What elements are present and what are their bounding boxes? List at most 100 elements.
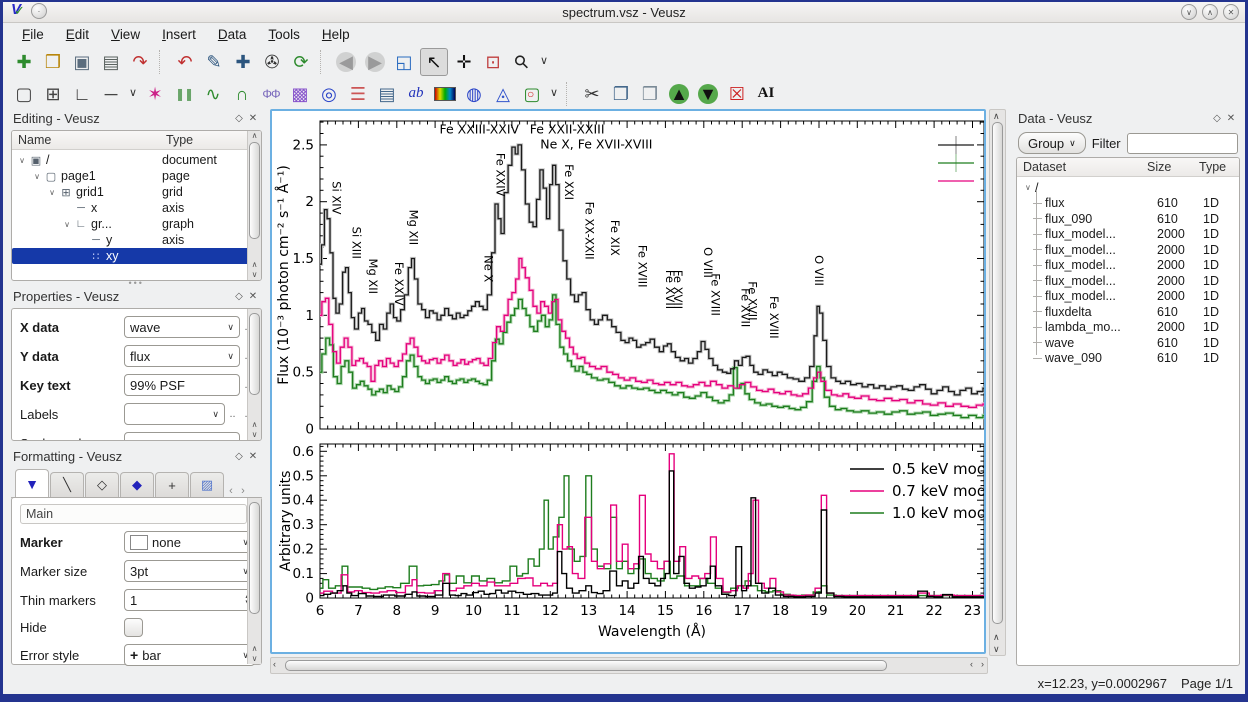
property-labels-combo[interactable]: ∨ [124, 403, 225, 425]
float-panel-icon[interactable]: ◇ [232, 451, 246, 462]
add-colorbar-button[interactable] [432, 81, 458, 107]
property-scale-markers-combo[interactable]: ∨ [124, 432, 240, 441]
tab-main[interactable]: ▼ [15, 469, 49, 497]
dataset-row-flux[interactable]: flux6101D [1017, 196, 1239, 212]
column-header-name[interactable]: Name [12, 133, 160, 147]
tab-plot-line[interactable]: ╲ [50, 472, 84, 497]
line-menu-arrow[interactable]: ∨ [127, 81, 139, 107]
add-list-button[interactable]: ▤ [374, 81, 400, 107]
column-header-size[interactable]: Size [1141, 160, 1193, 174]
menu-insert[interactable]: Insert [153, 25, 205, 44]
close-panel-icon[interactable]: ✕ [246, 451, 260, 462]
save-document-button[interactable]: ▣ [69, 49, 95, 75]
formatting-error-style-combo[interactable]: +bar∨ [124, 644, 255, 666]
add-shape-button[interactable]: ▢○ [519, 81, 545, 107]
dataset-row-lambda_mo[interactable]: lambda_mo...20001D [1017, 320, 1239, 336]
select-pointer-button[interactable]: ↖ [420, 48, 448, 76]
add-fit-button[interactable]: ∿ [200, 81, 226, 107]
plot-vertical-scrollbar[interactable]: ∧ ∧ ∨ [989, 109, 1006, 656]
tree-row-grid1[interactable]: ∨⊞grid1grid [12, 184, 261, 200]
tabs-next-arrow[interactable]: › [237, 485, 249, 497]
dataset-row-wave_090[interactable]: wave_0906101D [1017, 351, 1239, 367]
tree-row-y[interactable]: ─yaxis [12, 232, 261, 248]
tree-row-root[interactable]: ∨▣/document [12, 152, 261, 168]
menu-data[interactable]: Data [209, 25, 256, 44]
close-button[interactable]: ✕ [1223, 4, 1239, 20]
import-data-button[interactable]: ↶ [172, 49, 198, 75]
editing-scrollbar[interactable]: ∧ ∧∨ [247, 131, 261, 280]
capture-data-button[interactable]: ✇ [259, 49, 285, 75]
property-key-text-input[interactable]: 99% PSF [124, 374, 240, 396]
add-axis-button[interactable]: ∟ [69, 81, 95, 107]
close-panel-icon[interactable]: ✕ [246, 113, 260, 124]
add-label-button[interactable]: ab [403, 81, 429, 107]
dataset-row-flux_090[interactable]: flux_0906101D [1017, 211, 1239, 227]
menu-file[interactable]: File [13, 25, 53, 44]
add-bar-button[interactable]: ❚❚ [171, 81, 197, 107]
add-ternary-button[interactable]: ◬ [490, 81, 516, 107]
prev-page-button[interactable]: ◀ [333, 49, 359, 75]
float-panel-icon[interactable]: ◇ [1210, 113, 1224, 124]
dataset-row-flux_model[interactable]: flux_model...20001D [1017, 289, 1239, 305]
dataset-row-flux_model[interactable]: flux_model...20001D [1017, 273, 1239, 289]
paste-widget-button[interactable]: ❒ [637, 81, 663, 107]
menu-view[interactable]: View [102, 25, 149, 44]
reload-data-button[interactable]: ⟳ [288, 49, 314, 75]
group-button[interactable]: Group∨ [1018, 132, 1086, 154]
more-options-button[interactable]: .. [225, 408, 240, 420]
float-panel-icon[interactable]: ◇ [232, 291, 246, 302]
add-image-button[interactable]: ▩ [287, 81, 313, 107]
formatting-scrollbar[interactable]: ∧∨ [247, 498, 261, 664]
add-key-button[interactable]: ☰ [345, 81, 371, 107]
move-down-button[interactable]: ▼ [695, 81, 721, 107]
formatting-thin-markers-spinner[interactable]: 1▴▾ [124, 589, 255, 611]
menu-edit[interactable]: Edit [57, 25, 98, 44]
shape-menu-arrow[interactable]: ∨ [548, 81, 560, 107]
menu-help[interactable]: Help [313, 25, 359, 44]
add-page-button[interactable]: ▢ [11, 81, 37, 107]
add-line-button[interactable]: ─ [98, 81, 124, 107]
tree-row-page1[interactable]: ∨▢page1page [12, 168, 261, 184]
delete-widget-button[interactable]: ☒ [724, 81, 750, 107]
column-header-dataset[interactable]: Dataset [1017, 160, 1141, 174]
dataset-row-wave[interactable]: wave6101D [1017, 335, 1239, 351]
close-panel-icon[interactable]: ✕ [246, 291, 260, 302]
add-boxplot-button[interactable]: ΦΦ [258, 81, 284, 107]
tree-row-x[interactable]: ─xaxis [12, 200, 261, 216]
rename-widget-button[interactable]: AI [753, 81, 779, 107]
add-function-button[interactable]: ∩ [229, 81, 255, 107]
property-x-data-combo[interactable]: wave∨ [124, 316, 240, 338]
cut-widget-button[interactable]: ✂ [579, 81, 605, 107]
add-contour-button[interactable]: ◎ [316, 81, 342, 107]
new-document-button[interactable]: ✚ [11, 49, 37, 75]
tabs-prev-arrow[interactable]: ‹ [225, 485, 237, 497]
plot-horizontal-scrollbar[interactable]: ‹ ‹ › [270, 657, 988, 674]
move-up-button[interactable]: ▲ [666, 81, 692, 107]
dataset-row-flux_model[interactable]: flux_model...20001D [1017, 258, 1239, 274]
zoom-graph-button[interactable]: ⊡ [480, 49, 506, 75]
export-button[interactable]: ↷ [127, 49, 153, 75]
zoom-menu-arrow[interactable]: ∨ [538, 49, 550, 75]
pick-points-button[interactable]: ✛ [451, 49, 477, 75]
window-menu-button[interactable]: · [31, 3, 47, 19]
dataset-root-row[interactable]: ∨/ [1017, 180, 1239, 196]
plot-canvas[interactable]: 00.511.522.5Flux (10⁻³ photon cm⁻² s⁻¹ Å… [270, 109, 986, 654]
properties-scrollbar[interactable]: ∧∨ [247, 309, 261, 440]
column-header-type[interactable]: Type [1193, 160, 1239, 174]
formatting-marker-size-combo[interactable]: 3pt∨ [124, 560, 255, 582]
maximize-button[interactable]: ∧ [1202, 4, 1218, 20]
tab-fill-below[interactable]: ▨ [190, 472, 224, 497]
formatting-hide-checkbox[interactable] [124, 618, 143, 637]
menu-tools[interactable]: Tools [259, 25, 309, 44]
close-panel-icon[interactable]: ✕ [1224, 113, 1238, 124]
view-page-button[interactable]: ◱ [391, 49, 417, 75]
dataset-row-flux_model[interactable]: flux_model...20001D [1017, 242, 1239, 258]
float-panel-icon[interactable]: ◇ [232, 113, 246, 124]
property-y-data-combo[interactable]: flux∨ [124, 345, 240, 367]
dataset-row-fluxdelta[interactable]: fluxdelta6101D [1017, 304, 1239, 320]
dataset-row-flux_model[interactable]: flux_model...20001D [1017, 227, 1239, 243]
shade-button[interactable]: ∨ [1181, 4, 1197, 20]
filter-input[interactable] [1127, 133, 1238, 154]
tab-marker-border[interactable]: ◇ [85, 472, 119, 497]
print-button[interactable]: ▤ [98, 49, 124, 75]
